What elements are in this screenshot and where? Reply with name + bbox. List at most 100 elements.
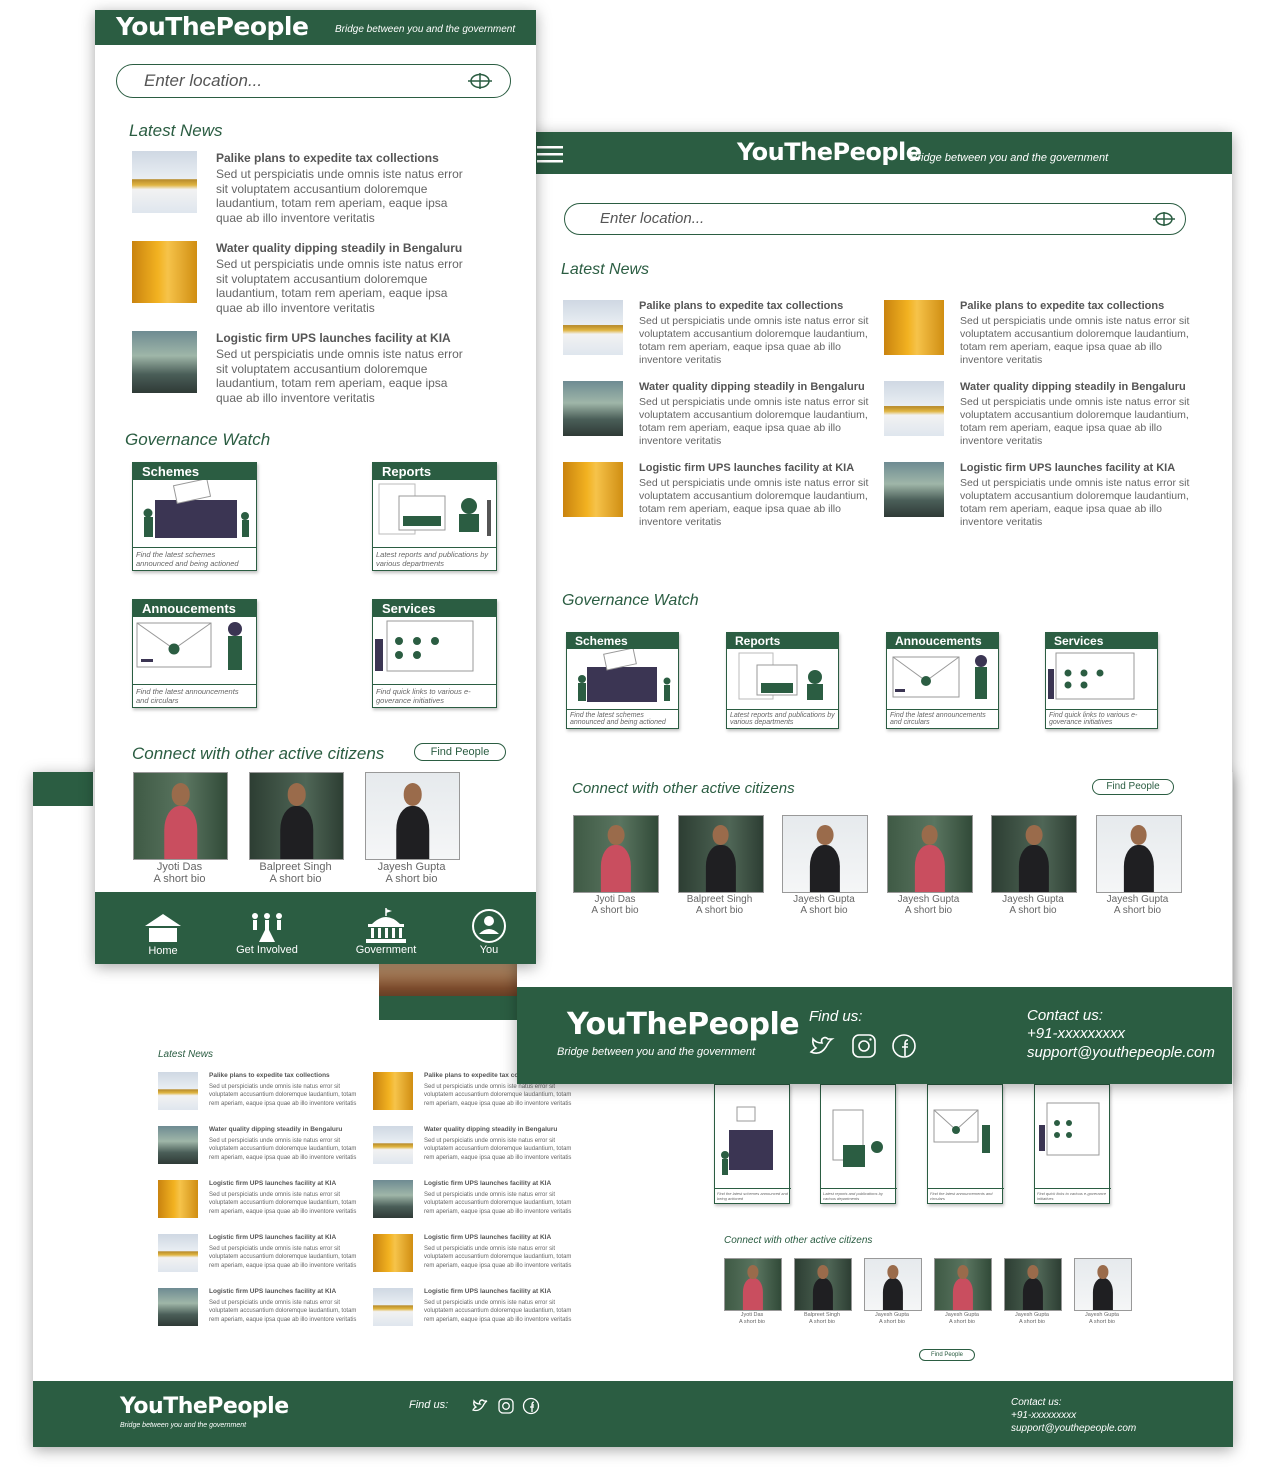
person-name[interactable]: Jyoti Das	[573, 894, 657, 905]
gov-card-reports[interactable]: Reports Latest reports and publications …	[372, 462, 497, 571]
twitter-icon[interactable]	[808, 1032, 836, 1060]
person-name[interactable]: Jyoti Das	[133, 861, 226, 873]
back-find-people-button[interactable]: Find People	[919, 1349, 975, 1361]
news-title[interactable]: Logistic firm UPS launches facility at K…	[209, 1234, 370, 1241]
person-card[interactable]: Jayesh Gupta A short bio	[991, 815, 1077, 916]
nav-home[interactable]: Home	[138, 912, 188, 957]
nav-get-involved[interactable]: Get Involved	[227, 910, 307, 956]
avatar[interactable]	[133, 772, 228, 860]
news-thumbnail[interactable]	[884, 462, 944, 517]
person-card[interactable]: Balpreet Singh A short bio	[677, 815, 764, 916]
news-title[interactable]: Water quality dipping steadily in Bengal…	[960, 381, 1199, 393]
news-title[interactable]: Logistic firm UPS launches facility at K…	[424, 1180, 585, 1187]
person-name[interactable]: Jayesh Gupta	[782, 894, 866, 905]
person-card[interactable]: Jayesh Gupta A short bio	[864, 1258, 922, 1325]
news-thumbnail[interactable]	[373, 1234, 413, 1272]
news-title[interactable]: Logistic firm UPS launches facility at K…	[639, 462, 878, 474]
news-title[interactable]: Palike plans to expedite tax collections	[209, 1072, 370, 1079]
news-thumbnail[interactable]	[132, 151, 197, 213]
avatar[interactable]	[249, 772, 344, 860]
desktop-footer-email[interactable]: support@youthepeople.com	[1027, 1044, 1215, 1061]
news-thumbnail[interactable]	[158, 1072, 198, 1110]
news-thumbnail[interactable]	[373, 1288, 413, 1326]
desktop-logo[interactable]: YouThePeople	[737, 138, 922, 166]
person-name[interactable]: Balpreet Singh	[249, 861, 342, 873]
gov-card-services[interactable]: Services Find quick links to various e-g…	[1045, 632, 1158, 729]
avatar[interactable]	[573, 815, 659, 893]
gov-card-reports[interactable]: Reports Latest reports and publications …	[726, 632, 839, 729]
gov-card-services[interactable]: Services Find quick links to various e-g…	[372, 599, 497, 708]
facebook-icon[interactable]	[521, 1396, 541, 1416]
avatar[interactable]	[886, 815, 973, 893]
news-thumbnail[interactable]	[884, 381, 944, 436]
person-card[interactable]: Jayesh Gupta A short bio	[1004, 1258, 1062, 1325]
hamburger-icon[interactable]	[537, 144, 563, 164]
news-title[interactable]: Logistic firm UPS launches facility at K…	[424, 1288, 585, 1295]
news-title[interactable]: Palike plans to expedite tax collections	[216, 151, 522, 165]
person-name[interactable]: Jayesh Gupta	[887, 894, 971, 905]
news-thumbnail[interactable]	[158, 1126, 198, 1164]
back-gov-card-schemes[interactable]: Find the latest schemes announced and be…	[714, 1084, 791, 1204]
news-title[interactable]: Logistic firm UPS launches facility at K…	[209, 1180, 370, 1187]
person-card[interactable]: Jyoti Das A short bio	[573, 815, 659, 916]
person-card[interactable]: Jayesh Gupta A short bio	[934, 1258, 992, 1325]
news-title[interactable]: Palike plans to expedite tax collections	[960, 300, 1199, 312]
gov-card-schemes[interactable]: Schemes Find the latest schemes announce…	[566, 632, 679, 729]
news-thumbnail[interactable]	[158, 1180, 198, 1218]
news-title[interactable]: Water quality dipping steadily in Bengal…	[639, 381, 878, 393]
desktop-search[interactable]: Enter location...	[564, 203, 1186, 235]
nav-you[interactable]: You	[469, 908, 509, 956]
back-gov-card-services[interactable]: Find quick links to various e-goverance …	[1034, 1084, 1111, 1204]
news-title[interactable]: Logistic firm UPS launches facility at K…	[960, 462, 1199, 474]
avatar[interactable]	[1074, 1258, 1132, 1311]
news-thumbnail[interactable]	[132, 331, 197, 393]
news-title[interactable]: Water quality dipping steadily in Bengal…	[216, 241, 522, 255]
mobile-find-people-button[interactable]: Find People	[414, 743, 506, 761]
mobile-logo[interactable]: YouThePeople	[116, 12, 309, 41]
news-thumbnail[interactable]	[563, 381, 623, 436]
avatar[interactable]	[864, 1258, 922, 1311]
avatar[interactable]	[934, 1258, 992, 1311]
back-gov-card-reports[interactable]: Latest reports and publications by vario…	[820, 1084, 897, 1204]
desktop-find-people-button[interactable]: Find People	[1092, 779, 1174, 795]
locate-icon[interactable]	[468, 71, 492, 91]
avatar[interactable]	[1095, 815, 1182, 893]
avatar[interactable]	[365, 772, 460, 860]
news-thumbnail[interactable]	[884, 300, 944, 355]
avatar[interactable]	[1004, 1258, 1062, 1311]
back-gov-card-announcements[interactable]: Find the latest announcements and circul…	[927, 1084, 1004, 1204]
news-title[interactable]: Palike plans to expedite tax collections	[639, 300, 878, 312]
news-thumbnail[interactable]	[158, 1234, 198, 1272]
nav-government[interactable]: Government	[350, 908, 422, 956]
avatar[interactable]	[991, 815, 1077, 893]
news-thumbnail[interactable]	[563, 462, 623, 517]
avatar[interactable]	[794, 1258, 852, 1311]
person-card[interactable]: Jayesh Gupta A short bio	[886, 815, 973, 916]
person-card[interactable]: Balpreet Singh A short bio	[249, 772, 344, 885]
news-thumbnail[interactable]	[132, 241, 197, 303]
person-card[interactable]: Jayesh Gupta A short bio	[1095, 815, 1182, 916]
news-thumbnail[interactable]	[373, 1126, 413, 1164]
person-card[interactable]: Jyoti Das A short bio	[724, 1258, 782, 1325]
news-title[interactable]: Water quality dipping steadily in Bengal…	[209, 1126, 370, 1133]
news-thumbnail[interactable]	[158, 1288, 198, 1326]
avatar[interactable]	[677, 815, 764, 893]
person-card[interactable]: Balpreet Singh A short bio	[794, 1258, 852, 1325]
person-card[interactable]: Jayesh Gupta A short bio	[782, 815, 868, 916]
person-card[interactable]: Jayesh Gupta A short bio	[365, 772, 460, 885]
locate-icon[interactable]	[1153, 209, 1175, 229]
facebook-icon[interactable]	[890, 1032, 918, 1060]
person-name[interactable]: Jayesh Gupta	[991, 894, 1075, 905]
instagram-icon[interactable]	[496, 1396, 516, 1416]
news-thumbnail[interactable]	[373, 1072, 413, 1110]
news-title[interactable]: Logistic firm UPS launches facility at K…	[424, 1234, 585, 1241]
news-thumbnail[interactable]	[373, 1180, 413, 1218]
mobile-search[interactable]: Enter location...	[116, 64, 511, 98]
person-name[interactable]: Jayesh Gupta	[365, 861, 458, 873]
avatar[interactable]	[782, 815, 868, 893]
mobile-search-input[interactable]: Enter location...	[144, 71, 262, 91]
instagram-icon[interactable]	[850, 1032, 878, 1060]
news-title[interactable]: Logistic firm UPS launches facility at K…	[216, 331, 522, 345]
news-thumbnail[interactable]	[563, 300, 623, 355]
avatar[interactable]	[724, 1258, 782, 1311]
